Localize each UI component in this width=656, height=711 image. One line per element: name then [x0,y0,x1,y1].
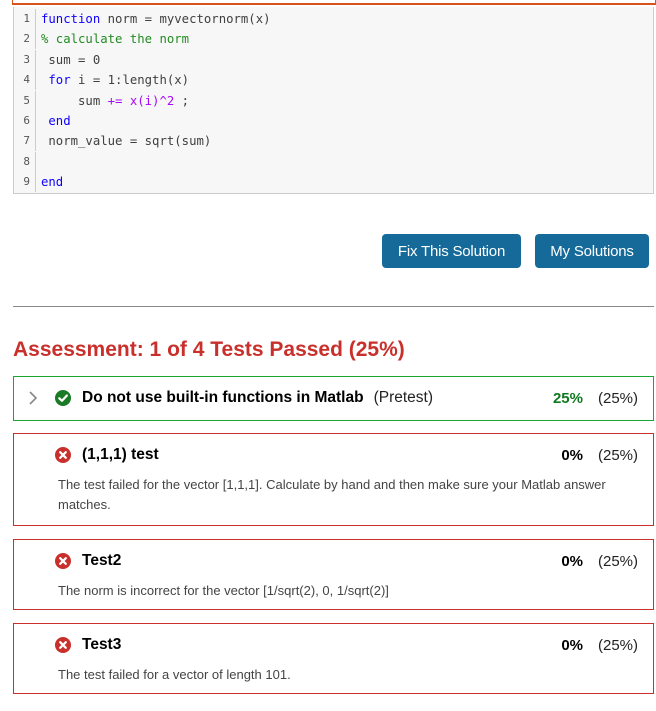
test-name-text: Do not use built-in functions in Matlab [82,389,364,406]
line-code[interactable]: function norm = myvectornorm(x) [36,9,271,29]
code-line[interactable]: 6 end [14,111,653,131]
code-line[interactable]: 2 % calculate the norm [14,29,653,50]
error-circle-icon [55,553,71,569]
fix-this-solution-button[interactable]: Fix This Solution [382,234,521,268]
line-code[interactable]: norm_value = sqrt(sum) [36,131,211,151]
code-line[interactable]: 5 sum += x(i)^2 ; [14,90,653,111]
code-token: norm = myvectornorm(x) [100,12,271,26]
code-token: % calculate the norm [41,32,190,47]
line-number: 9 [14,172,36,193]
test-header[interactable]: Do not use built-in functions in Matlab (… [14,377,653,419]
chevron-right-icon[interactable] [26,389,40,407]
test-score: 0% [561,553,583,570]
test-description: The test failed for the vector [1,1,1]. … [58,477,606,512]
assessment-title: Assessment: 1 of 4 Tests Passed (25%) [13,338,405,361]
test-weight: (25%) [597,637,638,654]
line-number: 5 [14,90,36,111]
line-number: 3 [14,49,36,70]
error-circle-icon [55,637,71,653]
line-code[interactable]: sum += x(i)^2 ; [36,91,189,111]
code-token: function [41,12,101,26]
section-divider [13,306,654,307]
code-token: += x(i)^2 [107,93,175,108]
test-name: Do not use built-in functions in Matlab (… [82,389,433,407]
test-name: Test2 [82,552,122,569]
selected-panel-border [12,0,656,5]
test-score: 0% [561,447,583,464]
code-token: sum = 0 [41,52,101,67]
code-line[interactable]: 4 for i = 1:length(x) [14,70,653,91]
line-code[interactable]: end [36,172,63,192]
code-line[interactable]: 7 norm_value = sqrt(sum) [14,131,653,152]
code-line[interactable]: 9 end [14,172,653,193]
test-name: (1,1,1) test [82,446,159,463]
line-number: 4 [14,70,36,91]
test-weight: (25%) [597,390,638,407]
code-token: for [48,73,71,88]
line-number: 8 [14,151,36,172]
line-code[interactable]: % calculate the norm [36,29,189,49]
my-solutions-button[interactable]: My Solutions [535,234,649,268]
code-token: end [48,114,71,128]
test-weight: (25%) [597,447,638,464]
test-result-2: Test2 0% (25%) The norm is incorrect for… [13,539,654,610]
line-code[interactable]: for i = 1:length(x) [36,70,189,90]
code-line[interactable]: 3 sum = 0 [14,49,653,70]
code-token: ; [174,93,190,108]
code-token: norm_value = sqrt(sum) [41,134,212,149]
code-line[interactable]: 1 function norm = myvectornorm(x) [14,9,653,29]
test-score: 25% [552,390,583,407]
code-token: i = 1:length(x) [70,73,190,88]
code-token: end [41,175,64,190]
test-description: The norm is incorrect for the vector [1/… [58,583,389,598]
code-line[interactable]: 8 [14,151,653,172]
line-number: 6 [14,111,36,131]
test-weight: (25%) [597,553,638,570]
test-name: Test3 [82,636,122,653]
line-code[interactable]: end [36,111,71,131]
line-number: 2 [14,29,36,50]
code-token: sum [41,93,108,108]
check-circle-icon [55,390,71,406]
test-description: The test failed for a vector of length 1… [58,667,291,682]
line-number: 7 [14,131,36,152]
test-score: 0% [561,637,583,654]
test-result-3: Test3 0% (25%) The test failed for a vec… [13,623,654,694]
error-circle-icon [55,447,71,463]
test-result-1: (1,1,1) test 0% (25%) The test failed fo… [13,433,654,526]
test-tag: (Pretest) [373,389,433,406]
line-number: 1 [14,9,36,29]
test-result-pretest[interactable]: Do not use built-in functions in Matlab (… [13,376,654,421]
line-code[interactable]: sum = 0 [36,50,100,70]
code-editor[interactable]: 1 function norm = myvectornorm(x) 2% calcu… [13,7,654,194]
